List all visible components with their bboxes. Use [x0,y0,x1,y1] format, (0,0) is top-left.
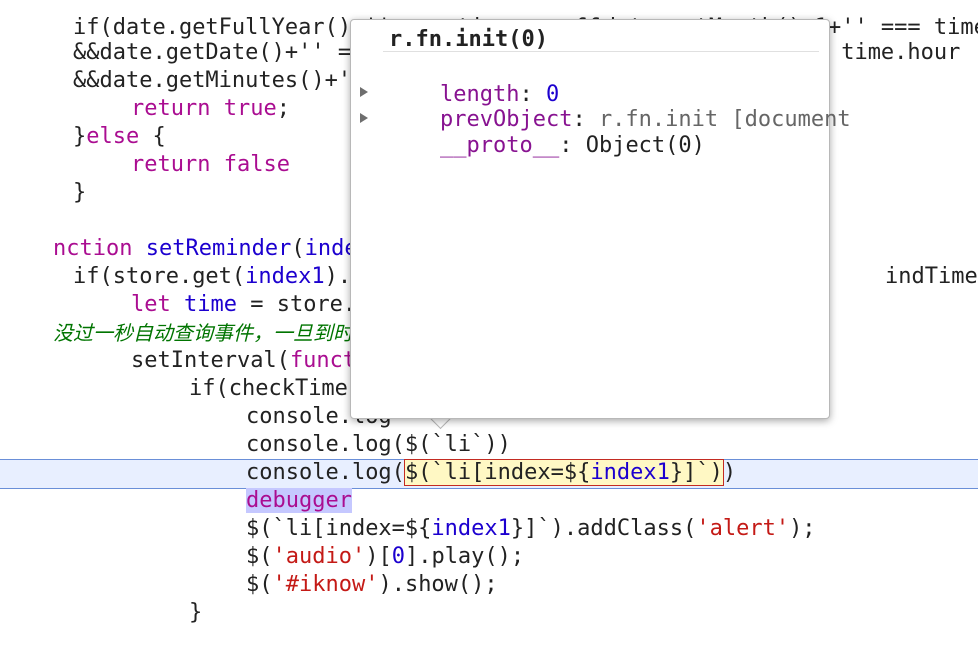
code-line: &&date.getMinutes()+'' [20,39,364,93]
code-line: $('#iknow').show(); [193,543,498,597]
code-line: if(store.get(index1).re [20,235,378,289]
popover-title: r.fn.init(0) [389,27,548,52]
code-line: $('audio')[0].play(); [193,515,524,569]
keyword: return [130,152,211,177]
code-text: ).show(); [378,572,498,597]
property-key: __proto__ [439,133,560,158]
popover-divider [383,51,819,52]
code-text: $( [245,572,273,597]
code-line: } [20,151,86,205]
string-literal: 'alert' [696,516,790,541]
code-text: }]`) [669,460,723,485]
code-line: nction setReminder(index1 [0,207,384,261]
code-line: }else { [20,95,166,149]
code-line: setInterval(functio [78,319,383,373]
keyword: true [223,96,277,121]
code-line: debugger [193,459,352,513]
property-row-prevobject[interactable]: prevObject: r.fn.init [document [387,78,851,132]
code-line-fragment: indTime!== [832,235,978,289]
identifier: index1 [590,460,670,485]
code-line: console.log($(`li[index=${index1}]`)) [193,431,736,486]
code-text: }]`).addClass( [510,516,697,541]
code-line: let time = store.ge [78,263,383,317]
code-line: return false [78,123,290,177]
code-text: indTime!== [884,264,978,289]
property-separator: : [559,133,586,158]
property-row-length: length: 0 [387,53,559,107]
object-preview-popover[interactable]: r.fn.init(0) length: 0 prevObject: r.fn.… [350,19,851,419]
keyword: false [223,152,290,177]
string-literal: '#iknow' [272,572,379,597]
property-value: Object(0) [585,133,705,158]
code-line: } [136,571,202,625]
expand-triangle-icon[interactable] [360,87,368,97]
code-line: return true; [130,96,290,121]
hovered-expression[interactable]: $(`li[index=${index1}]`) [403,459,724,486]
code-text: ); [789,516,816,541]
code-line: $(`li[index=${index1}]`).addClass('alert… [193,487,816,541]
code-text: } [188,600,203,625]
code-text: ) [722,460,737,485]
code-text: $(`li[index=${ [404,460,591,485]
property-row-proto[interactable]: __proto__: Object(0) [387,104,705,158]
code-text: } [72,180,87,205]
expand-triangle-icon[interactable] [360,113,368,123]
code-line: 没过一秒自动查询事件，一旦到时 [0,291,353,345]
